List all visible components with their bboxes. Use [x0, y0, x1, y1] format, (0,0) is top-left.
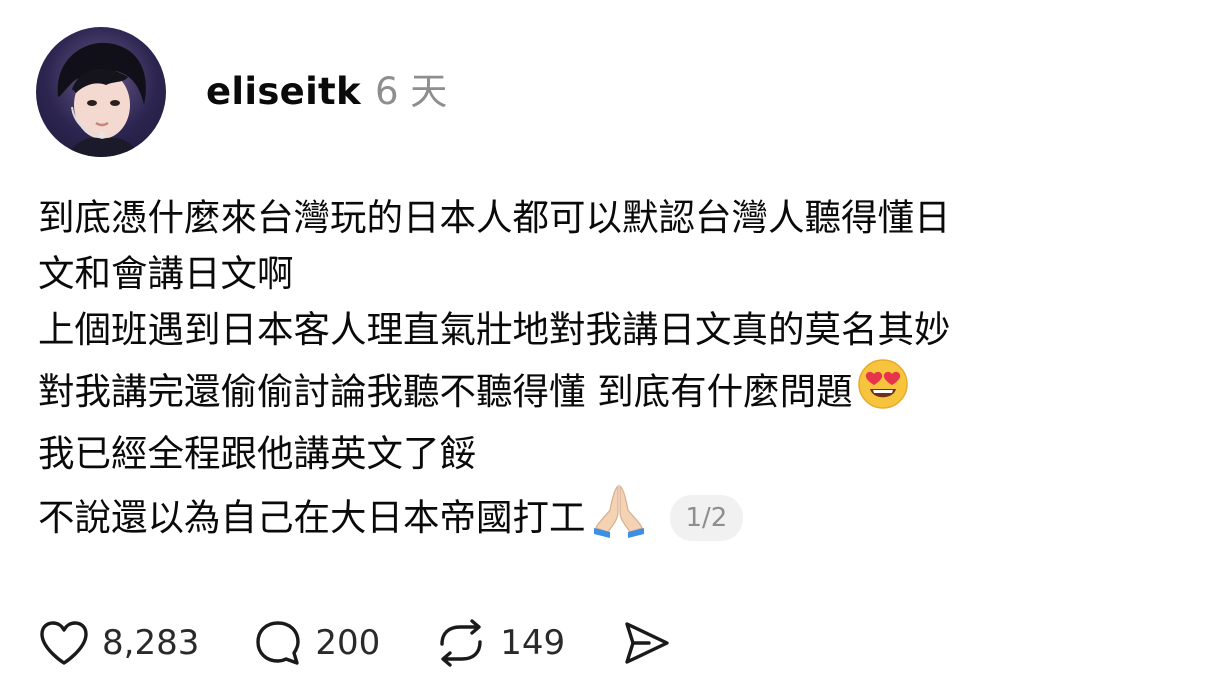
comment-icon — [253, 618, 303, 668]
post-text-line: 上個班遇到日本客人理直氣壯地對我講日文真的莫名其妙 — [38, 308, 951, 351]
heart-icon — [38, 619, 90, 667]
post-text-line: 不說還以為自己在大日本帝國打工 1/2 — [38, 482, 1178, 554]
share-icon — [619, 618, 673, 668]
post-time: 6 天 — [374, 70, 448, 113]
post-header: eliseitk 6 天 — [36, 26, 447, 158]
like-button[interactable]: 8,283 — [38, 619, 199, 667]
post-text-line: 文和會講日文啊 — [38, 252, 294, 295]
folded-hands-emoji — [590, 482, 648, 554]
like-count: 8,283 — [102, 623, 200, 663]
post-text-line: 對我講完還偷偷討論我聽不聽得懂 到底有什麼問題 — [38, 358, 1178, 426]
heart-eyes-emoji — [857, 358, 909, 426]
action-bar: 8,283 200 149 — [38, 618, 727, 668]
repost-count: 149 — [500, 623, 566, 663]
post-body: 到底憑什麼來台灣玩的日本人都可以默認台灣人聽得懂日 文和會講日文啊 上個班遇到日… — [38, 190, 1178, 554]
comment-button[interactable]: 200 — [253, 618, 380, 668]
share-button[interactable] — [619, 618, 673, 668]
page-indicator: 1/2 — [669, 495, 744, 541]
avatar[interactable] — [36, 27, 166, 157]
post-text-line: 到底憑什麼來台灣玩的日本人都可以默認台灣人聽得懂日 — [38, 196, 951, 239]
repost-icon — [434, 618, 488, 668]
post-text-line: 我已經全程跟他講英文了餒 — [38, 432, 476, 475]
repost-button[interactable]: 149 — [434, 618, 565, 668]
username[interactable]: eliseitk — [206, 70, 361, 113]
comment-count: 200 — [315, 623, 381, 663]
